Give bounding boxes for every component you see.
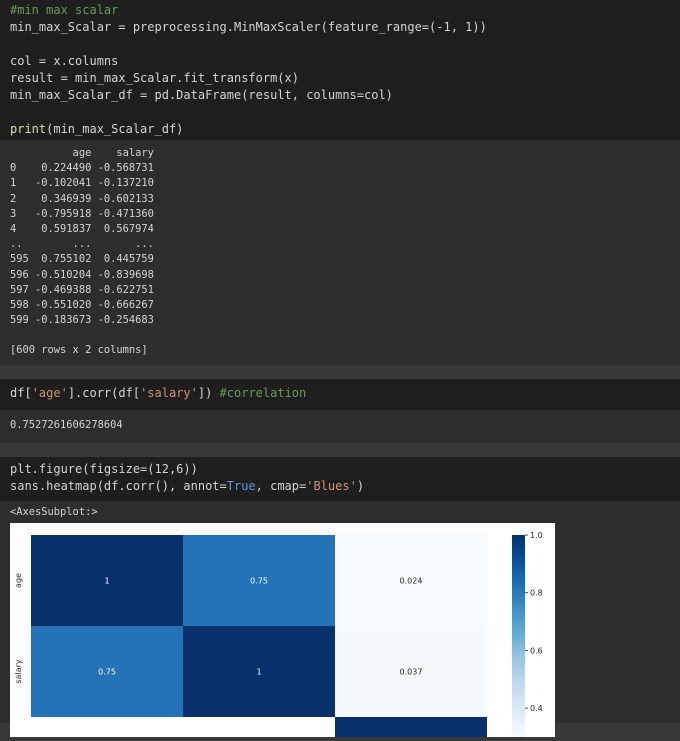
heatmap-annotation: 0.037 bbox=[400, 667, 423, 676]
code-line: min_max_Scalar = preprocessing.MinMaxSca… bbox=[10, 19, 670, 36]
code-token: True bbox=[226, 478, 256, 493]
heatmap-figure: 1 0.75 0.024 0.75 1 0.037 age salary 1.0 0.8 0.6 0.… bbox=[10, 522, 555, 737]
heatmap-row-label: salary bbox=[14, 659, 23, 683]
output-line: 597 -0.469388 -0.622751 bbox=[10, 283, 154, 296]
code-cell-correlation[interactable]: df['age'].corr(df['salary']) #correlatio… bbox=[0, 378, 680, 410]
heatmap-annotation: 0.75 bbox=[250, 576, 268, 585]
code-token: 'salary' bbox=[140, 385, 198, 400]
code-token: ]) bbox=[197, 385, 220, 400]
code-line: sans.heatmap(df.corr(), annot=True, cmap… bbox=[10, 478, 670, 495]
colorbar-tick-label: 0.4 bbox=[530, 704, 543, 713]
cell-separator bbox=[0, 442, 680, 457]
output-line: 2 0.346939 -0.602133 bbox=[10, 192, 154, 205]
output-dataframe: age salary 0 0.224490 -0.568731 1 -0.10204… bbox=[0, 140, 680, 365]
output-line: 1 -0.102041 -0.137210 bbox=[10, 177, 154, 190]
code-line: print(min_max_Scalar_df) bbox=[10, 121, 670, 138]
code-token: ) bbox=[356, 478, 365, 493]
colorbar-tick-label: 0.6 bbox=[530, 646, 543, 655]
output-line: 3 -0.795918 -0.471360 bbox=[10, 207, 154, 220]
code-token: , cmap= bbox=[255, 478, 307, 493]
code-token: 'Blues' bbox=[306, 478, 357, 493]
heatmap-annotation: 1 bbox=[256, 667, 261, 676]
code-token: sans.heatmap(df.corr(), annot= bbox=[10, 478, 227, 493]
colorbar-tick-label: 0.8 bbox=[530, 589, 543, 598]
code-line: col = x.columns bbox=[10, 53, 670, 70]
colorbar-tick-label: 1.0 bbox=[530, 531, 543, 540]
output-heatmap: <AxesSubplot:> 1 0.75 0.024 0.75 1 0.037 age sa… bbox=[0, 500, 680, 737]
code-token: result = min_max_Scalar.fit_transform(x) bbox=[10, 71, 299, 85]
code-token: #min max scalar bbox=[10, 3, 119, 17]
heatmap-row-label: age bbox=[14, 573, 23, 588]
output-line: 0.7527261606278604 bbox=[10, 418, 123, 431]
colorbar bbox=[512, 534, 525, 737]
output-line: 596 -0.510204 -0.839698 bbox=[10, 268, 154, 281]
heatmap-annotation: 1 bbox=[104, 576, 109, 585]
code-token: min_max_Scalar = preprocessing.MinMaxSca… bbox=[10, 20, 487, 34]
code-line: result = min_max_Scalar.fit_transform(x) bbox=[10, 70, 670, 87]
axes-subplot-label: <AxesSubplot:> bbox=[10, 505, 98, 518]
output-correlation: 0.7527261606278604 bbox=[0, 409, 680, 443]
code-token: (min_max_Scalar_df) bbox=[46, 122, 184, 136]
cell-separator bbox=[0, 364, 680, 379]
output-line: 4 0.591837 0.567974 bbox=[10, 222, 154, 235]
output-line: 0 0.224490 -0.568731 bbox=[10, 162, 154, 175]
output-line: 599 -0.183673 -0.254683 bbox=[10, 314, 154, 327]
heatmap-annotation: 0.75 bbox=[98, 667, 116, 676]
code-token: ].corr(df[ bbox=[67, 385, 141, 400]
code-token: df[ bbox=[10, 385, 32, 400]
code-cell-heatmap[interactable]: plt.figure(figsize=(12,6)) sans.heatmap(d… bbox=[0, 456, 680, 501]
output-line: age salary bbox=[10, 147, 154, 159]
code-token: print bbox=[10, 122, 47, 136]
code-token: plt.figure(figsize=(12,6)) bbox=[10, 461, 198, 476]
code-line: df['age'].corr(df['salary']) #correlatio… bbox=[10, 385, 670, 402]
code-token: #correlation bbox=[219, 385, 307, 400]
heatmap-svg: 1 0.75 0.024 0.75 1 0.037 age salary 1.0 0.8 0.6 0.… bbox=[14, 531, 543, 737]
output-line: 598 -0.551020 -0.666267 bbox=[10, 298, 154, 311]
code-token: 'age' bbox=[31, 385, 68, 400]
code-line: plt.figure(figsize=(12,6)) bbox=[10, 461, 670, 478]
heatmap-annotation: 0.024 bbox=[400, 576, 423, 585]
code-token: col = x.columns bbox=[10, 54, 119, 68]
code-token: min_max_Scalar_df = pd.DataFrame(result,… bbox=[10, 88, 393, 102]
notebook: #min max scalar min_max_Scalar = preproce… bbox=[0, 0, 680, 737]
code-line: min_max_Scalar_df = pd.DataFrame(result,… bbox=[10, 87, 670, 104]
code-line: #min max scalar bbox=[10, 2, 670, 19]
code-cell-minmax[interactable]: #min max scalar min_max_Scalar = preproce… bbox=[0, 0, 680, 140]
output-line: [600 rows x 2 columns] bbox=[10, 344, 148, 357]
output-line: 595 0.755102 0.445759 bbox=[10, 253, 154, 266]
heatmap-cell-truncated bbox=[335, 716, 487, 737]
output-line: .. ... ... bbox=[10, 238, 154, 251]
